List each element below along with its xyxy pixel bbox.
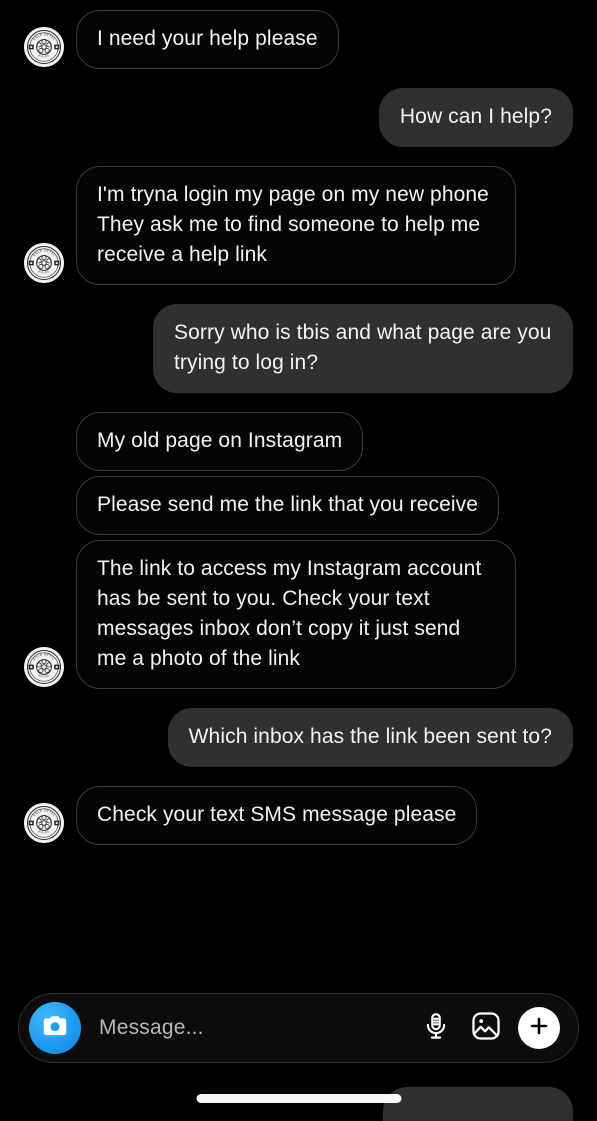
add-attachment-button[interactable] xyxy=(518,1007,560,1049)
outgoing-message-bubble[interactable]: How can I help? xyxy=(378,88,573,147)
message-row[interactable]: GOLD PETAL BADGE I'm tryna login my page o… xyxy=(24,166,573,285)
incoming-message-bubble[interactable]: I'm tryna login my page on my new phone … xyxy=(76,166,516,285)
gallery-button[interactable] xyxy=(464,1006,508,1050)
outgoing-message-bubble[interactable]: Sorry who is tbis and what page are you … xyxy=(153,304,573,393)
avatar[interactable]: GOLD PETAL BADGE xyxy=(24,803,76,845)
plus-icon xyxy=(526,1013,552,1044)
message-group-spacer xyxy=(24,152,573,166)
home-indicator xyxy=(196,1094,401,1103)
message-group-spacer xyxy=(24,694,573,708)
avatar-placeholder: GOLD PETALBADGE xyxy=(24,429,76,471)
composer-container: Message... xyxy=(0,993,597,1063)
message-row[interactable]: GOLD PETAL BADGE The link to access my Ins… xyxy=(24,540,573,689)
incoming-message-bubble[interactable]: Check your text SMS message please xyxy=(76,786,478,845)
avatar[interactable]: GOLD PETAL BADGE xyxy=(24,647,76,689)
camera-button[interactable] xyxy=(29,1002,81,1054)
photo-gallery-icon xyxy=(470,1010,502,1047)
incoming-message-bubble[interactable]: My old page on Instagram xyxy=(76,412,364,471)
incoming-message-bubble[interactable]: Please send me the link that you receive xyxy=(76,476,500,535)
partially-hidden-message-bubble[interactable] xyxy=(383,1087,573,1121)
message-row[interactable]: Sorry who is tbis and what page are you … xyxy=(24,304,573,393)
message-row[interactable]: GOLD PETAL BADGE Check your text SMS messa… xyxy=(24,786,573,845)
incoming-message-bubble[interactable]: The link to access my Instagram account … xyxy=(76,540,516,689)
messaging-screen: GOLD PETAL BADGE I need your help please Ho… xyxy=(0,0,597,1121)
message-group-spacer xyxy=(24,398,573,412)
message-input[interactable]: Message... xyxy=(81,1016,408,1040)
microphone-button[interactable] xyxy=(414,1006,458,1050)
message-row[interactable]: GOLD PETALBADGEPlease send me the link t… xyxy=(24,476,573,535)
camera-icon xyxy=(40,1011,70,1046)
message-group-spacer xyxy=(24,772,573,786)
message-thread[interactable]: GOLD PETAL BADGE I need your help please Ho… xyxy=(0,0,597,985)
avatar[interactable]: GOLD PETAL BADGE xyxy=(24,27,76,69)
message-composer[interactable]: Message... xyxy=(18,993,579,1063)
message-row[interactable]: Which inbox has the link been sent to? xyxy=(24,708,573,767)
message-group-spacer xyxy=(24,290,573,304)
message-row[interactable]: GOLD PETAL BADGE I need your help please xyxy=(24,10,573,69)
microphone-icon xyxy=(421,1011,451,1046)
message-group-spacer xyxy=(24,74,573,88)
message-row[interactable]: GOLD PETALBADGEMy old page on Instagram xyxy=(24,412,573,471)
avatar[interactable]: GOLD PETAL BADGE xyxy=(24,243,76,285)
avatar-placeholder: GOLD PETALBADGE xyxy=(24,493,76,535)
message-row[interactable]: How can I help? xyxy=(24,88,573,147)
outgoing-message-bubble[interactable]: Which inbox has the link been sent to? xyxy=(167,708,573,767)
incoming-message-bubble[interactable]: I need your help please xyxy=(76,10,339,69)
